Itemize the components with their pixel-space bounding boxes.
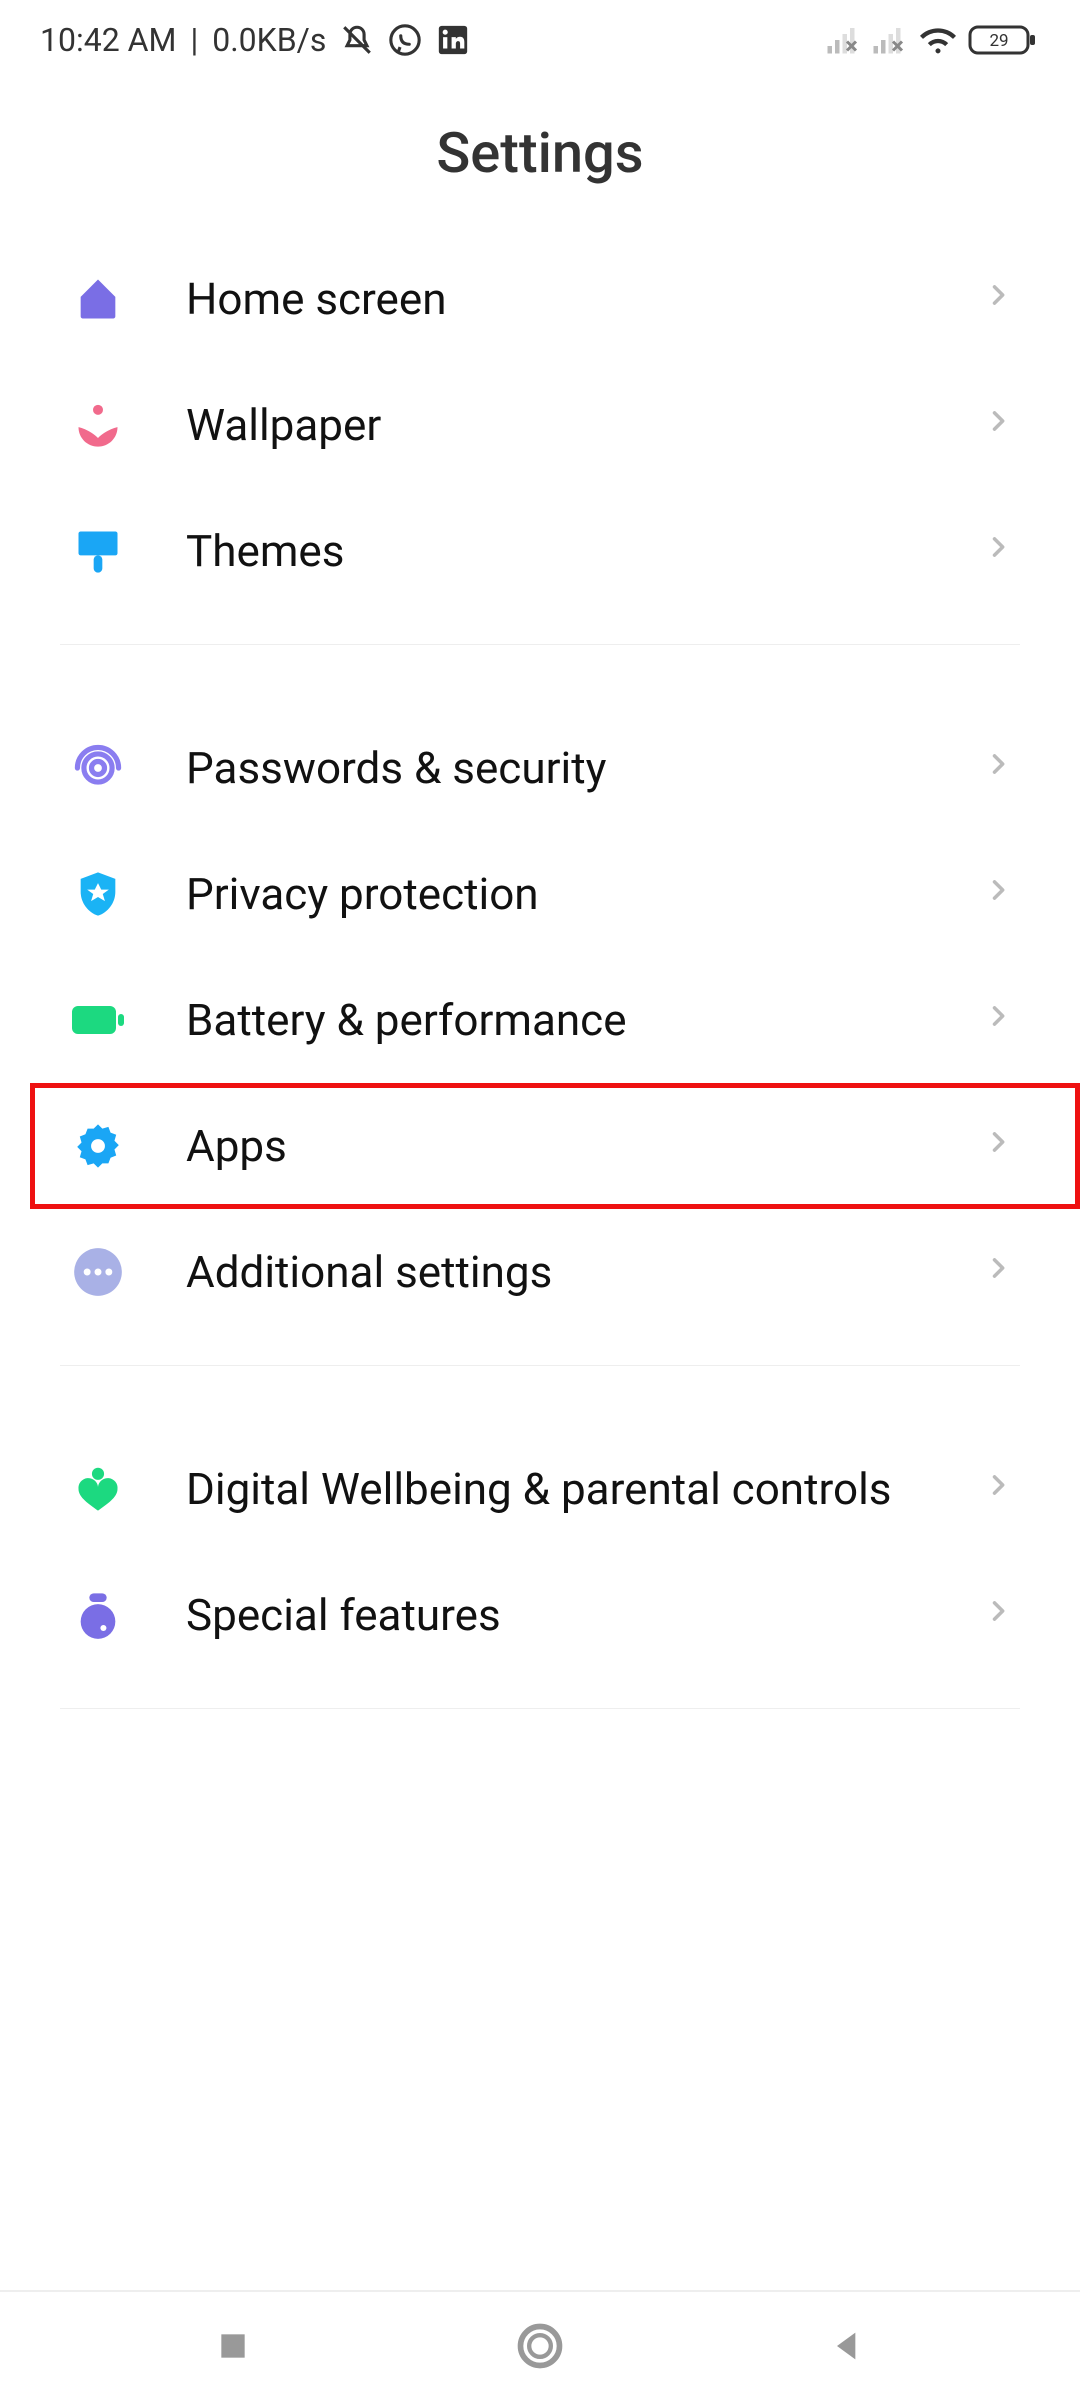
brush-icon <box>70 523 126 579</box>
wifi-icon <box>918 25 958 55</box>
chevron-right-icon <box>984 1254 1020 1290</box>
settings-item-wallpaper[interactable]: Wallpaper <box>0 362 1080 488</box>
signal-no-sim-2-icon <box>872 25 908 55</box>
whatsapp-icon <box>388 23 422 57</box>
home-icon <box>70 271 126 327</box>
page-title: Settings <box>0 120 1080 186</box>
settings-item-label: Apps <box>186 1119 984 1174</box>
settings-item-special-features[interactable]: Special features <box>0 1552 1080 1678</box>
chevron-right-icon <box>984 1471 1020 1507</box>
status-bar-left: 10:42 AM | 0.0KB/s <box>40 21 470 59</box>
group-divider <box>60 1708 1020 1709</box>
group-divider <box>60 1365 1020 1366</box>
shield-icon <box>70 866 126 922</box>
flower-icon <box>70 397 126 453</box>
settings-item-label: Privacy protection <box>186 867 984 922</box>
fingerprint-icon <box>70 740 126 796</box>
battery-icon <box>70 992 126 1048</box>
chevron-right-icon <box>984 876 1020 912</box>
dnd-mute-icon <box>340 23 374 57</box>
nav-home-button[interactable] <box>510 2316 570 2376</box>
chevron-right-icon <box>984 1597 1020 1633</box>
chevron-right-icon <box>984 533 1020 569</box>
status-bar: 10:42 AM | 0.0KB/s 29 <box>0 0 1080 80</box>
chevron-right-icon <box>984 407 1020 443</box>
settings-item-digital-wellbeing[interactable]: Digital Wellbeing & parental controls <box>0 1426 1080 1552</box>
settings-item-additional-settings[interactable]: Additional settings <box>0 1209 1080 1335</box>
chevron-right-icon <box>984 1002 1020 1038</box>
settings-item-apps[interactable]: Apps <box>30 1083 1080 1209</box>
gear-icon <box>70 1118 126 1174</box>
battery-icon: 29 <box>968 23 1040 57</box>
linkedin-icon <box>436 23 470 57</box>
status-data-rate: 0.0KB/s <box>212 21 326 59</box>
signal-no-sim-1-icon <box>826 25 862 55</box>
status-bar-right: 29 <box>826 23 1040 57</box>
battery-level-text: 29 <box>989 31 1008 51</box>
navigation-bar <box>0 2290 1080 2400</box>
settings-item-label: Passwords & security <box>186 741 984 796</box>
settings-item-battery-performance[interactable]: Battery & performance <box>0 957 1080 1083</box>
settings-item-label: Wallpaper <box>186 398 984 453</box>
group-divider <box>60 644 1020 645</box>
page-header: Settings <box>0 80 1080 236</box>
settings-item-home-screen[interactable]: Home screen <box>0 236 1080 362</box>
settings-item-label: Home screen <box>186 272 984 327</box>
settings-group: Digital Wellbeing & parental controls Sp… <box>0 1426 1080 1678</box>
nav-recent-apps-button[interactable] <box>203 2316 263 2376</box>
settings-item-themes[interactable]: Themes <box>0 488 1080 614</box>
more-horizontal-icon <box>70 1244 126 1300</box>
chevron-right-icon <box>984 750 1020 786</box>
settings-group: Passwords & security Privacy protection … <box>0 705 1080 1335</box>
nav-back-button[interactable] <box>817 2316 877 2376</box>
settings-item-label: Battery & performance <box>186 993 984 1048</box>
settings-item-label: Additional settings <box>186 1245 984 1300</box>
status-time: 10:42 AM <box>40 21 176 59</box>
settings-item-label: Themes <box>186 524 984 579</box>
flask-icon <box>70 1587 126 1643</box>
settings-item-label: Digital Wellbeing & parental controls <box>186 1462 984 1517</box>
heart-person-icon <box>70 1461 126 1517</box>
settings-item-privacy-protection[interactable]: Privacy protection <box>0 831 1080 957</box>
settings-list[interactable]: Home screen Wallpaper Themes <box>0 236 1080 2290</box>
settings-item-passwords-security[interactable]: Passwords & security <box>0 705 1080 831</box>
settings-group: Home screen Wallpaper Themes <box>0 236 1080 614</box>
settings-item-label: Special features <box>186 1588 984 1643</box>
chevron-right-icon <box>984 1128 1020 1164</box>
chevron-right-icon <box>984 281 1020 317</box>
status-separator: | <box>190 21 198 59</box>
